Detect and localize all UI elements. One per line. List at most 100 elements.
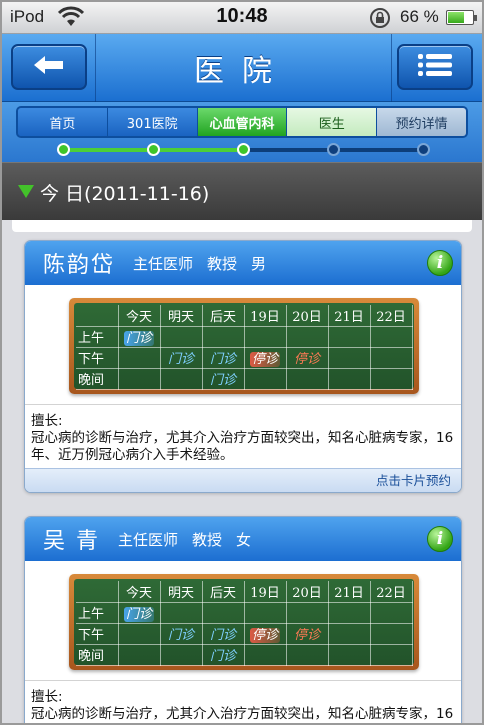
schedule-board: 今天 明天 后天 19日 20日 21日 22日 上午 门诊 下午 门诊 门诊 停诊 停诊 晚间 门诊: [69, 298, 419, 394]
slot-open-label: 门诊: [209, 628, 236, 643]
schedule-slot[interactable]: 停诊: [243, 346, 287, 369]
doctor-card[interactable]: 陈韵岱 主任医师 教授 男 i 今天 明天 后天 19日 20日 21日 22日 上午 门诊 下午…: [24, 240, 462, 493]
breadcrumb: 首页 301医院 心血管内科 医生 预约详情: [2, 102, 482, 162]
back-arrow-icon: [32, 54, 66, 80]
schedule-slot: [159, 643, 203, 666]
doctor-list[interactable]: 陈韵岱 主任医师 教授 男 i 今天 明天 后天 19日 20日 21日 22日 上午 门诊 下午…: [2, 220, 482, 723]
schedule-area: 今天 明天 后天 19日 20日 21日 22日 上午 门诊 下午 门诊 门诊 停诊 停诊 晚间 门诊: [25, 285, 461, 405]
chalkboard: 今天 明天 后天 19日 20日 21日 22日 上午 门诊 下午 门诊 门诊 停诊 停诊 晚间 门诊: [74, 579, 414, 666]
expand-triangle-icon: [18, 185, 34, 198]
schedule-period-label: 晚间: [76, 643, 119, 666]
schedule-slot[interactable]: 停诊: [285, 346, 329, 369]
status-bar: iPod 10:48 66 %: [2, 2, 482, 34]
schedule-slot: [243, 643, 287, 666]
schedule-slot: [327, 367, 371, 390]
doctor-rank: 教授: [192, 530, 223, 549]
schedule-slot: [285, 325, 329, 348]
schedule-slot: [285, 643, 329, 666]
nav-divider: [95, 34, 96, 102]
slot-open-label: 门诊: [167, 628, 194, 643]
rotation-lock-icon: [368, 7, 392, 33]
schedule-slot[interactable]: 门诊: [159, 346, 203, 369]
schedule-slot[interactable]: 门诊: [117, 601, 161, 624]
specialty-label: 擅长:: [31, 413, 63, 429]
schedule-slot: [159, 367, 203, 390]
tab-doctor[interactable]: 医生: [287, 108, 378, 136]
schedule-slot[interactable]: 门诊: [159, 622, 203, 645]
schedule-day-header: 22日: [369, 581, 413, 603]
info-icon[interactable]: i: [427, 250, 453, 276]
schedule-slot[interactable]: 门诊: [201, 622, 245, 645]
schedule-slot: [327, 622, 371, 645]
slot-closed-label: 停诊: [249, 352, 280, 367]
slot-closed-label: 停诊: [249, 628, 280, 643]
schedule-day-header: 20日: [285, 581, 329, 603]
navigation-bar: 医院: [2, 34, 482, 102]
schedule-period-label: 晚间: [76, 367, 119, 390]
schedule-slot: [369, 325, 413, 348]
progress-step-dot: [147, 143, 160, 156]
slot-closed-label: 停诊: [293, 352, 320, 367]
slot-open-label: 门诊: [209, 352, 236, 367]
back-button[interactable]: [11, 44, 87, 90]
schedule-day-header: 明天: [159, 305, 203, 327]
doctor-title: 主任医师: [133, 254, 194, 273]
schedule-slot: [159, 325, 203, 348]
list-top-edge: [12, 220, 472, 232]
schedule-table: 今天 明天 后天 19日 20日 21日 22日 上午 门诊 下午 门诊 门诊 停诊 停诊 晚间 门诊: [76, 581, 413, 666]
schedule-slot[interactable]: 门诊: [201, 346, 245, 369]
schedule-day-header: 22日: [369, 305, 413, 327]
list-menu-icon: [417, 52, 453, 82]
schedule-day-header: 19日: [243, 581, 287, 603]
schedule-day-header: 21日: [327, 581, 371, 603]
step-tabs: 首页 301医院 心血管内科 医生 预约详情: [16, 106, 468, 138]
progress-step-dot: [57, 143, 70, 156]
schedule-slot: [117, 622, 161, 645]
schedule-slot: [369, 622, 413, 645]
schedule-slot: [285, 367, 329, 390]
schedule-slot: [369, 346, 413, 369]
specialty-text: 冠心病的诊断与治疗，尤其介入治疗方面较突出，知名心脏病专家，16年、近万例冠心病…: [31, 706, 454, 722]
doctor-card[interactable]: 吴 青 主任医师 教授 女 i 今天 明天 后天 19日 20日 21日 22日 上午 门诊 下午…: [24, 516, 462, 723]
doctor-gender: 男: [251, 254, 267, 273]
schedule-day-header: 21日: [327, 305, 371, 327]
schedule-corner-cell: [76, 581, 119, 603]
progress-step-dot: [327, 143, 340, 156]
battery-level: [448, 12, 464, 23]
schedule-board: 今天 明天 后天 19日 20日 21日 22日 上午 门诊 下午 门诊 门诊 停诊 停诊 晚间 门诊: [69, 574, 419, 670]
schedule-slot[interactable]: 门诊: [201, 643, 245, 666]
schedule-slot[interactable]: 停诊: [285, 622, 329, 645]
schedule-period-label: 下午: [76, 622, 119, 645]
schedule-slot: [369, 367, 413, 390]
schedule-slot: [117, 643, 161, 666]
slot-closed-label: 停诊: [293, 628, 320, 643]
tab-home[interactable]: 首页: [18, 108, 108, 136]
doctor-card-header: 陈韵岱 主任医师 教授 男 i: [25, 241, 461, 285]
doctor-name: 吴 青: [43, 529, 100, 554]
schedule-slot: [201, 325, 245, 348]
device-screen: iPod 10:48 66 % 医院 首页 301医院 心血管内科 医生 预约详…: [0, 0, 484, 725]
schedule-area: 今天 明天 后天 19日 20日 21日 22日 上午 门诊 下午 门诊 门诊 停诊 停诊 晚间 门诊: [25, 561, 461, 681]
date-header[interactable]: 今 日(2011-11-16): [2, 162, 482, 220]
schedule-slot: [159, 601, 203, 624]
battery-icon: [446, 10, 477, 25]
tab-hospital[interactable]: 301医院: [107, 108, 198, 136]
nav-divider: [391, 34, 392, 102]
tap-to-book-hint[interactable]: 点击卡片预约: [25, 468, 461, 492]
page-title: 医院: [194, 54, 290, 89]
slot-open-label: 门诊: [209, 373, 236, 388]
schedule-slot: [327, 643, 371, 666]
info-icon[interactable]: i: [427, 526, 453, 552]
date-label: 今 日(2011-11-16): [40, 183, 210, 205]
schedule-day-header: 明天: [159, 581, 203, 603]
schedule-day-header: 今天: [117, 581, 161, 603]
schedule-slot[interactable]: 门诊: [117, 325, 161, 348]
schedule-slot[interactable]: 门诊: [201, 367, 245, 390]
schedule-slot: [243, 367, 287, 390]
slot-open-label: 门诊: [123, 331, 154, 346]
slot-open-label: 门诊: [209, 649, 236, 664]
tab-booking-details[interactable]: 预约详情: [377, 108, 466, 136]
menu-button[interactable]: [397, 44, 473, 90]
schedule-slot[interactable]: 停诊: [243, 622, 287, 645]
tab-department[interactable]: 心血管内科: [197, 108, 288, 136]
